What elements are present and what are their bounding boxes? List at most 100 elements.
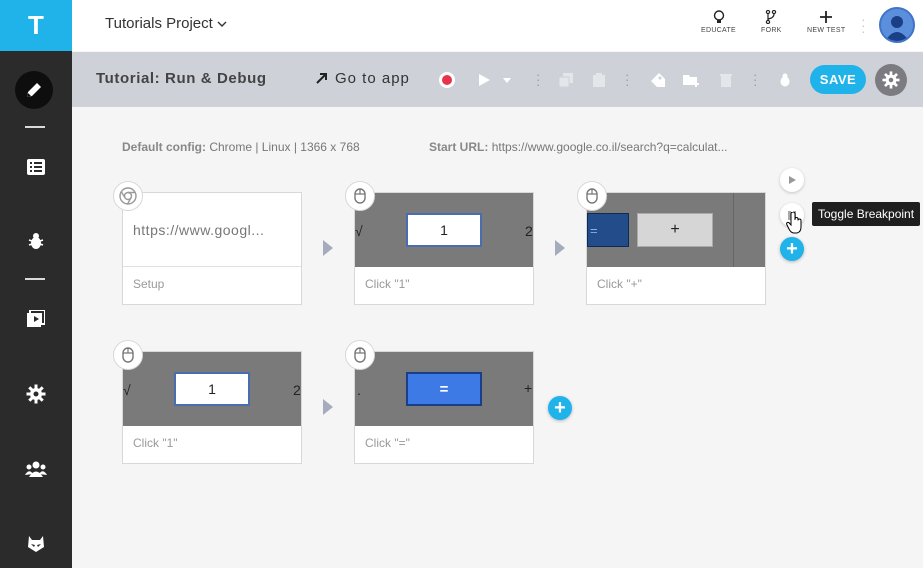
test-toolbar: Tutorial: Run & Debug Go to app · · · · · · … <box>72 52 923 107</box>
test-title: Tutorial: Run & Debug <box>96 70 267 87</box>
step-caption: Click "1" <box>365 277 410 291</box>
step-arrow <box>323 240 333 256</box>
sidebar-item-debug[interactable] <box>18 223 54 259</box>
calc-key-left: √ <box>355 223 363 239</box>
step-type-badge <box>113 181 143 211</box>
step-thumbnail: https://www.googl... <box>123 193 301 267</box>
app-logo[interactable]: T <box>0 0 72 51</box>
app-root: T Tutorials Project EDUCATE FORK NEW TES… <box>0 0 923 568</box>
folder-plus-icon <box>683 75 699 87</box>
step-arrow <box>323 399 333 415</box>
fork-icon <box>766 10 777 24</box>
copy-button[interactable] <box>556 70 576 90</box>
toolbar-divider: · · · <box>536 67 541 92</box>
save-button[interactable]: SAVE <box>810 65 866 94</box>
default-config-value: Chrome | Linux | 1366 x 768 <box>209 140 360 154</box>
calc-key-left: = <box>587 213 629 247</box>
sidebar-divider <box>25 278 45 280</box>
calc-key-left: . <box>357 382 361 398</box>
chevron-down-icon <box>217 21 227 27</box>
debug-button[interactable] <box>775 70 795 90</box>
plus-icon: + <box>554 397 566 419</box>
fork-label: FORK <box>761 27 782 34</box>
team-icon <box>25 461 47 477</box>
calc-key-target: 1 <box>174 372 250 406</box>
step-card-click-plus[interactable]: = + Click "+" <box>586 192 766 305</box>
mouse-icon <box>122 347 134 363</box>
play-options-dropdown[interactable] <box>497 70 517 90</box>
logo-letter: T <box>28 10 44 40</box>
calc-key-right: 2 <box>525 223 533 239</box>
plus-icon <box>820 11 833 23</box>
educate-label: EDUCATE <box>701 27 737 34</box>
list-icon <box>27 159 45 175</box>
add-step-button[interactable]: + <box>548 396 572 420</box>
step-type-badge <box>345 181 375 211</box>
go-to-app-button[interactable]: Go to app <box>316 70 410 87</box>
copy-icon <box>559 73 573 87</box>
mouse-icon <box>354 188 366 204</box>
step-caption: Click "+" <box>597 277 642 291</box>
tooltip: Toggle Breakpoint <box>812 202 921 226</box>
arrow-up-right-icon <box>316 73 327 84</box>
paste-button[interactable] <box>589 70 609 90</box>
step-card-click-equals[interactable]: . = + Click "=" <box>354 351 534 464</box>
record-button[interactable] <box>439 72 455 88</box>
step-caption: Click "1" <box>133 436 178 450</box>
mouse-icon <box>586 188 598 204</box>
add-to-folder-button[interactable] <box>681 70 701 90</box>
sidebar-divider <box>25 126 45 128</box>
calc-key-target: = <box>406 372 482 406</box>
toolbar-divider: · · · <box>753 67 758 92</box>
hand-cursor-icon <box>786 212 802 234</box>
sidebar-item-tests[interactable] <box>18 149 54 185</box>
sidebar-item-profile[interactable] <box>18 526 54 562</box>
calc-key-right: 2 <box>293 382 301 398</box>
mask-icon <box>28 536 44 552</box>
test-settings-button[interactable] <box>875 64 907 96</box>
new-test-button[interactable]: NEW TEST <box>807 10 845 34</box>
start-url-label: Start URL: <box>429 140 489 154</box>
step-thumbnail: √ 1 2 <box>123 352 301 426</box>
fork-button[interactable]: FORK <box>761 10 782 34</box>
avatar[interactable] <box>879 7 915 43</box>
default-config-label: Default config: <box>122 140 206 154</box>
add-step-button[interactable]: + <box>780 237 804 261</box>
play-icon <box>479 74 490 86</box>
step-type-badge <box>113 340 143 370</box>
bug-icon <box>780 73 790 87</box>
step-arrow <box>555 240 565 256</box>
pencil-icon <box>27 83 41 97</box>
sidebar-item-runs[interactable] <box>18 301 54 337</box>
step-type-badge <box>577 181 607 211</box>
play-button[interactable] <box>474 70 494 90</box>
bug-icon <box>28 233 44 249</box>
step-thumbnail: . = + <box>355 352 533 426</box>
toolbar-divider: · · · <box>625 67 630 92</box>
delete-button[interactable] <box>716 70 736 90</box>
default-config[interactable]: Default config: Chrome | Linux | 1366 x … <box>122 140 360 154</box>
step-card-click-1[interactable]: √ 1 2 Click "1" <box>354 192 534 305</box>
chrome-icon <box>119 187 137 205</box>
lightbulb-icon <box>713 10 724 23</box>
play-folder-icon <box>27 310 45 327</box>
tag-button[interactable] <box>648 70 668 90</box>
caret-down-icon <box>503 77 511 83</box>
new-test-label: NEW TEST <box>807 27 846 34</box>
start-url[interactable]: Start URL: https://www.google.co.il/sear… <box>429 140 727 154</box>
step-caption: Setup <box>133 277 165 291</box>
sidebar-item-editor[interactable] <box>15 71 53 109</box>
educate-button[interactable]: EDUCATE <box>701 10 736 34</box>
sidebar-item-team[interactable] <box>18 451 54 487</box>
calc-key-target: + <box>637 213 713 247</box>
step-card-setup[interactable]: https://www.googl... Setup <box>122 192 302 305</box>
step-caption: Click "=" <box>365 436 410 450</box>
step-type-badge <box>345 340 375 370</box>
project-selector[interactable]: Tutorials Project <box>105 15 227 32</box>
run-from-step-button[interactable] <box>780 168 804 192</box>
step-card-click-1-second[interactable]: √ 1 2 Click "1" <box>122 351 302 464</box>
start-url-value: https://www.google.co.il/search?q=calcul… <box>491 140 728 154</box>
sidebar-item-settings[interactable] <box>18 376 54 412</box>
play-icon <box>789 176 796 184</box>
more-menu-icon[interactable]: · · · <box>861 12 866 38</box>
